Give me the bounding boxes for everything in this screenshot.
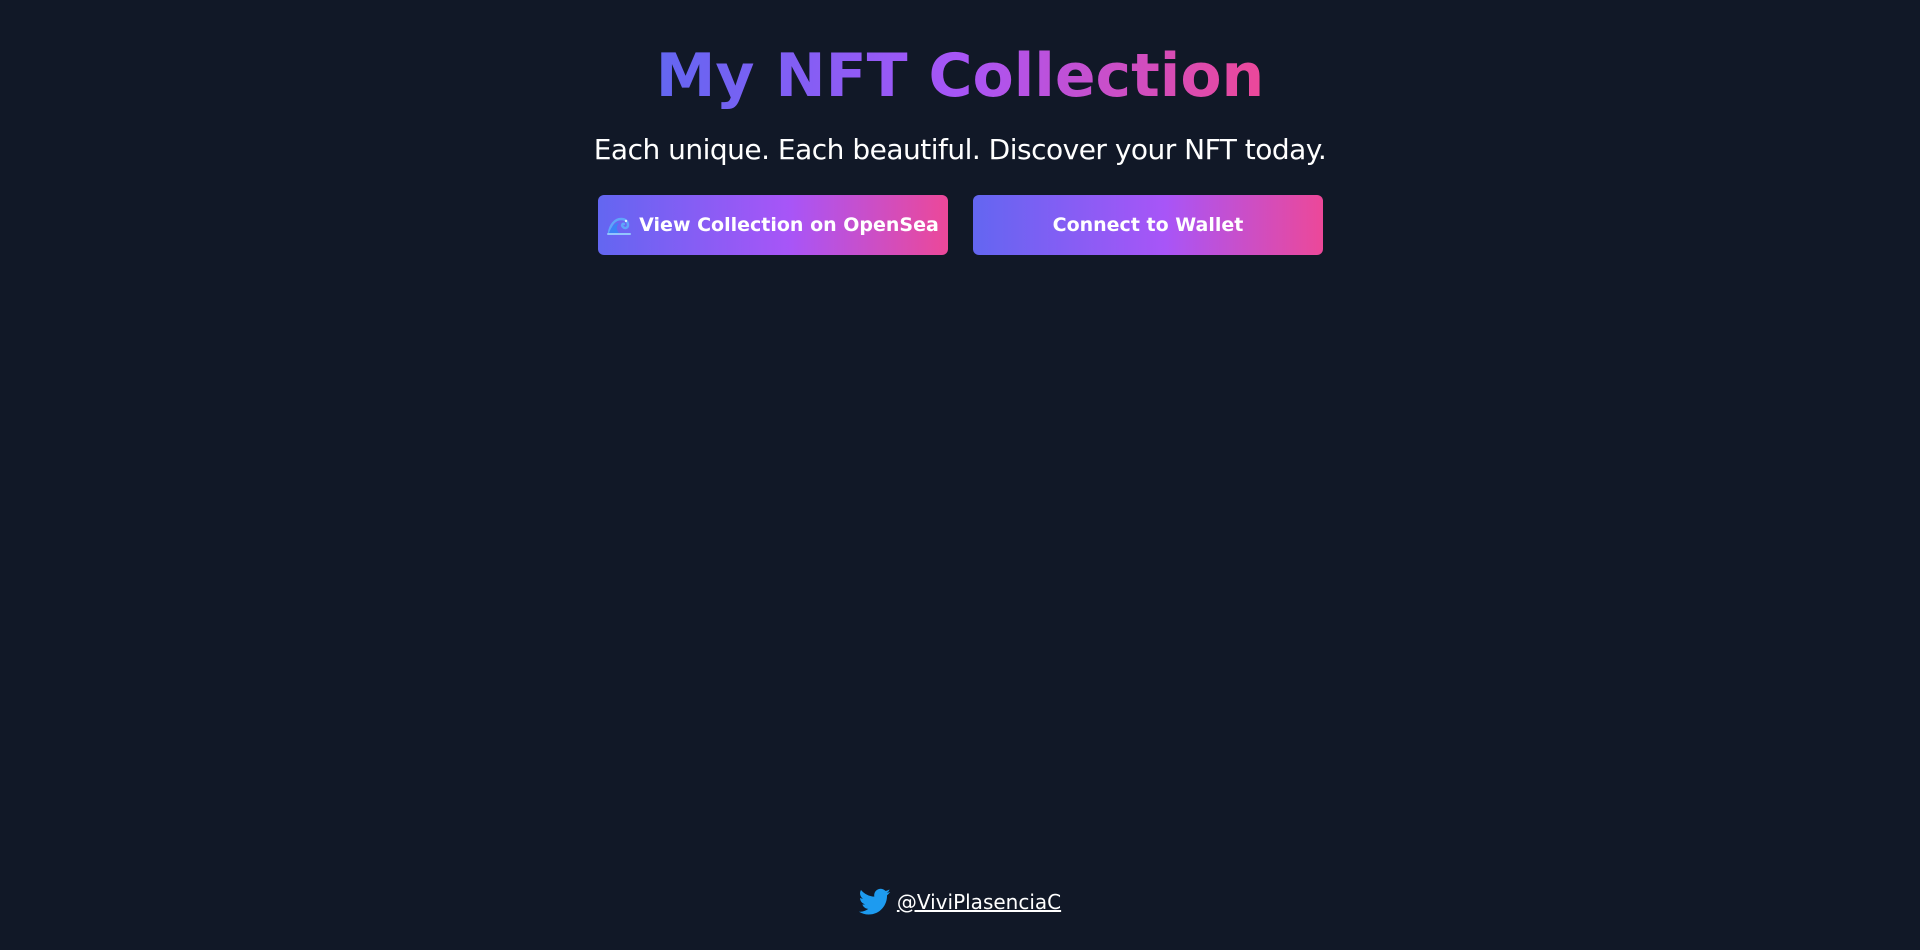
twitter-icon <box>858 888 891 916</box>
connect-wallet-button[interactable]: Connect to Wallet <box>973 195 1323 255</box>
twitter-handle-link[interactable]: @ViviPlasenciaC <box>897 890 1061 914</box>
page-title: My NFT Collection <box>0 38 1920 114</box>
footer: @ViviPlasenciaC <box>0 888 1920 916</box>
wave-icon <box>607 213 632 237</box>
page-subtitle: Each unique. Each beautiful. Discover yo… <box>593 133 1327 166</box>
page: My NFT Collection Each unique. Each beau… <box>0 0 1920 950</box>
page-title-text: My NFT Collection <box>655 41 1265 111</box>
connect-wallet-label: Connect to Wallet <box>1052 214 1244 236</box>
view-collection-opensea-button[interactable]: View Collection on OpenSea <box>598 195 948 255</box>
view-collection-opensea-label: View Collection on OpenSea <box>639 214 939 236</box>
